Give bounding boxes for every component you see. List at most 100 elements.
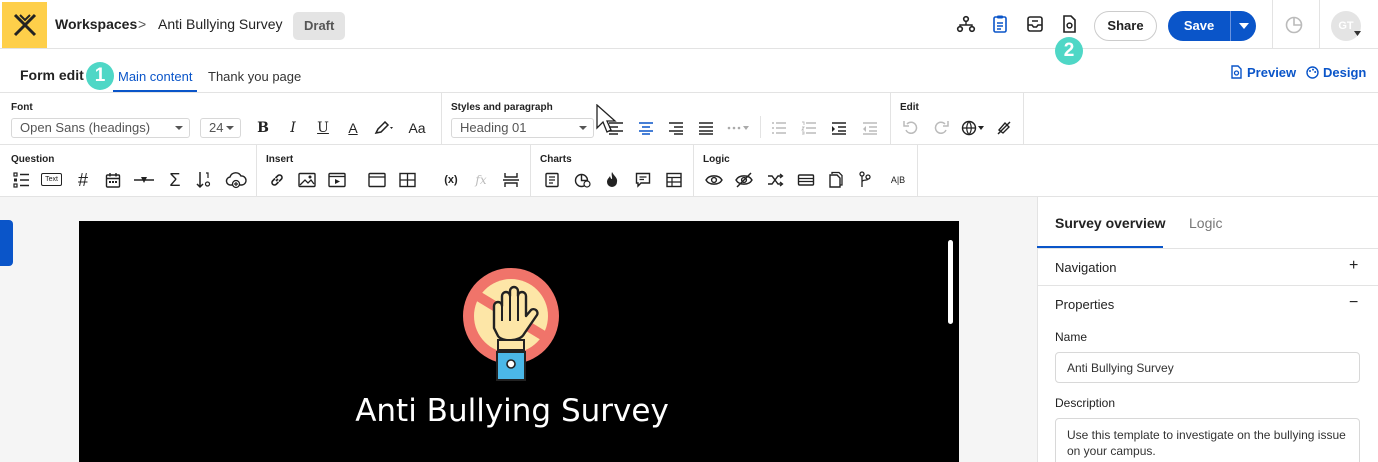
- calendar-icon[interactable]: [105, 172, 121, 188]
- underline-button[interactable]: U: [312, 117, 334, 139]
- data-table-icon[interactable]: [666, 172, 682, 188]
- indent-decrease-icon[interactable]: [862, 121, 878, 135]
- text-case-button[interactable]: Aa: [403, 117, 431, 139]
- ribbon-divider: [760, 116, 761, 138]
- preview-icon: [1231, 65, 1242, 79]
- styles-group-title: Styles and paragraph: [451, 102, 553, 113]
- report-icon[interactable]: [544, 172, 560, 188]
- number-question-icon[interactable]: #: [72, 169, 94, 191]
- tab-thank-you-page[interactable]: Thank you page: [208, 69, 301, 84]
- ribbon-divider: [530, 145, 531, 197]
- variable-icon[interactable]: (x): [438, 169, 464, 191]
- image-icon[interactable]: [298, 172, 316, 188]
- comment-chart-icon[interactable]: [635, 172, 651, 188]
- italic-button[interactable]: I: [282, 117, 304, 139]
- clear-format-icon[interactable]: [996, 120, 1012, 136]
- app-logo-icon: [13, 13, 36, 37]
- description-field-label: Description: [1055, 396, 1116, 410]
- name-field[interactable]: Anti Bullying Survey: [1055, 352, 1360, 383]
- canvas-side-handle[interactable]: [0, 220, 13, 266]
- question-group-title: Question: [11, 154, 55, 165]
- canvas-scrollbar[interactable]: [948, 240, 953, 324]
- expand-plus-icon[interactable]: +: [1349, 257, 1358, 275]
- design-link[interactable]: Design: [1306, 64, 1366, 80]
- breadcrumb-form-name: Anti Bullying Survey: [158, 16, 283, 32]
- name-field-label: Name: [1055, 330, 1088, 344]
- hide-eye-icon[interactable]: [735, 172, 753, 188]
- align-center-icon[interactable]: [638, 121, 654, 135]
- branch-icon[interactable]: [858, 171, 872, 188]
- link-icon[interactable]: [269, 172, 285, 188]
- ribbon-divider: [693, 145, 694, 197]
- ranking-sort-icon[interactable]: [195, 171, 213, 189]
- skip-logic-icon[interactable]: [797, 172, 815, 188]
- file-upload-cloud-icon[interactable]: [225, 171, 247, 189]
- charts-group-title: Charts: [540, 154, 572, 165]
- analytics-pie-icon[interactable]: [1285, 16, 1303, 34]
- table-grid-icon[interactable]: [399, 172, 416, 188]
- tab-main-content[interactable]: Main content: [118, 69, 192, 84]
- pie-chart-icon[interactable]: [574, 172, 591, 188]
- page-break-icon[interactable]: [503, 172, 519, 188]
- form-title[interactable]: Anti Bullying Survey: [79, 393, 945, 429]
- avatar-caret-icon: [1354, 31, 1361, 36]
- video-icon[interactable]: [328, 172, 346, 188]
- language-globe-icon[interactable]: [961, 120, 985, 136]
- sum-icon[interactable]: Σ: [164, 169, 186, 191]
- embed-frame-icon[interactable]: [368, 172, 386, 188]
- insert-group-title: Insert: [266, 154, 294, 165]
- save-dropdown-button[interactable]: [1230, 11, 1256, 41]
- description-field[interactable]: Use this template to investigate on the …: [1055, 418, 1360, 462]
- align-left-icon[interactable]: [608, 121, 624, 135]
- active-tab-indicator: [113, 90, 197, 92]
- navigation-label: Navigation: [1055, 260, 1117, 275]
- bold-button[interactable]: B: [252, 117, 274, 139]
- align-right-icon[interactable]: [668, 121, 684, 135]
- redo-icon[interactable]: [933, 120, 949, 136]
- header-divider: [1272, 0, 1273, 49]
- paragraph-style-select[interactable]: Heading 01: [451, 118, 594, 138]
- font-size-value: 24: [209, 120, 224, 135]
- align-justify-icon[interactable]: [698, 121, 714, 135]
- breadcrumb-workspaces[interactable]: Workspaces: [55, 16, 137, 32]
- save-button-group: Save: [1168, 11, 1256, 41]
- page-settings-icon[interactable]: [1059, 14, 1079, 34]
- paragraph-style-value: Heading 01: [460, 120, 527, 135]
- hierarchy-icon[interactable]: [956, 14, 976, 34]
- font-family-select[interactable]: Open Sans (headings): [11, 118, 190, 138]
- preview-label: Preview: [1247, 64, 1297, 80]
- clipboard-icon[interactable]: [990, 14, 1010, 34]
- highlighter-icon[interactable]: [374, 121, 396, 135]
- app-logo[interactable]: [2, 2, 47, 48]
- copy-pages-icon[interactable]: [828, 171, 844, 188]
- text-color-button[interactable]: A: [342, 117, 364, 139]
- ab-test-icon[interactable]: A|B: [886, 169, 910, 191]
- shuffle-icon[interactable]: [767, 172, 784, 188]
- tab-logic[interactable]: Logic: [1189, 215, 1222, 231]
- collapse-minus-icon[interactable]: −: [1349, 294, 1358, 312]
- palette-icon: [1306, 65, 1319, 79]
- tab-survey-overview[interactable]: Survey overview: [1055, 215, 1166, 231]
- formula-icon[interactable]: fx: [470, 169, 492, 191]
- logic-group-title: Logic: [703, 154, 730, 165]
- edit-group-title: Edit: [900, 102, 919, 113]
- share-button[interactable]: Share: [1094, 11, 1157, 41]
- active-tab-indicator: [1037, 246, 1163, 248]
- properties-label: Properties: [1055, 297, 1115, 312]
- indent-increase-icon[interactable]: [831, 121, 847, 135]
- text-field-icon[interactable]: Text: [41, 173, 62, 186]
- show-eye-icon[interactable]: [705, 173, 723, 187]
- more-options-icon[interactable]: [726, 123, 750, 133]
- save-button[interactable]: Save: [1168, 11, 1230, 41]
- inbox-icon[interactable]: [1025, 14, 1045, 34]
- bullet-list-icon[interactable]: [771, 121, 787, 135]
- header-divider: [1319, 0, 1320, 49]
- font-size-select[interactable]: 24: [200, 118, 241, 138]
- numbered-list-icon[interactable]: [801, 121, 817, 135]
- slider-icon[interactable]: [133, 172, 155, 188]
- avatar[interactable]: GT: [1331, 11, 1361, 41]
- undo-icon[interactable]: [903, 120, 919, 136]
- multiple-choice-icon[interactable]: [13, 172, 30, 188]
- preview-link[interactable]: Preview: [1230, 64, 1296, 80]
- heatmap-flame-icon[interactable]: [605, 171, 619, 188]
